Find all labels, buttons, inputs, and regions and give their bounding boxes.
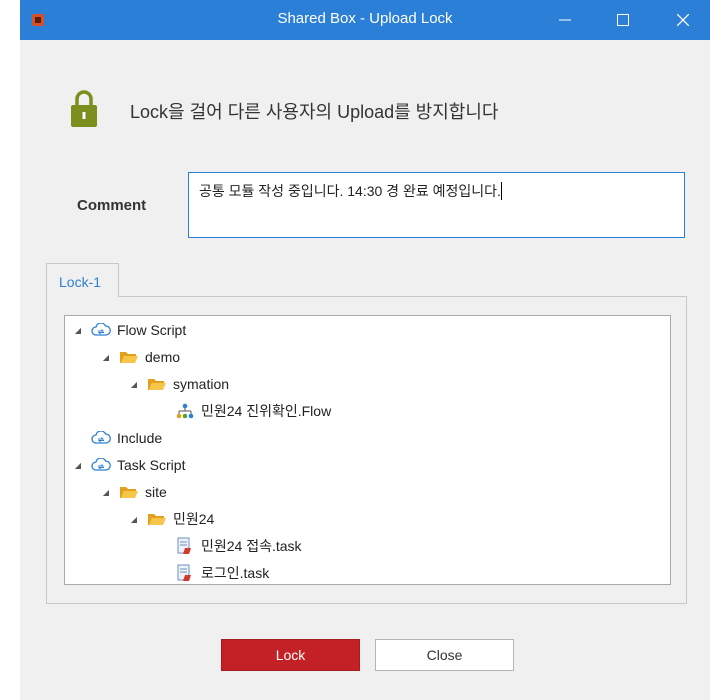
task-file-icon [175, 564, 195, 581]
tree-node-task-script[interactable]: ◢ Task Script [73, 453, 186, 477]
close-button[interactable]: Close [375, 639, 514, 671]
lock-icon [71, 90, 97, 127]
tree-node-site[interactable]: ◢ site [101, 480, 167, 504]
folder-open-icon [147, 376, 167, 392]
tree-node-label: 민원24 진위확인.Flow [201, 403, 332, 419]
text-caret [500, 182, 502, 200]
tree-node-label: Include [117, 430, 163, 446]
comment-label: Comment [77, 197, 147, 214]
file-tree[interactable]: ◢ Flow Script ◢ demo ◢ symation 민원24 진위확… [64, 315, 671, 585]
tree-node-symation[interactable]: ◢ symation [129, 372, 229, 396]
maximize-icon [617, 14, 629, 26]
close-window-button[interactable] [660, 0, 706, 40]
maximize-button[interactable] [600, 0, 646, 40]
cloud-sync-icon [91, 430, 111, 446]
expand-arrow-icon[interactable]: ◢ [129, 515, 139, 524]
expand-arrow-icon[interactable]: ◢ [101, 353, 111, 362]
tab-label: Lock-1 [59, 274, 102, 290]
tree-node-task-file[interactable]: 민원24 접속.task [175, 534, 302, 558]
tree-node-label: Flow Script [117, 322, 187, 338]
flow-file-icon [175, 403, 195, 419]
lock-description: Lock을 걸어 다른 사용자의 Upload를 방지합니다 [130, 102, 499, 122]
task-file-icon [175, 537, 195, 554]
comment-field[interactable]: 공통 모듈 작성 중입니다. 14:30 경 완료 예정입니다. [188, 172, 685, 238]
minimize-icon [559, 19, 571, 21]
tree-node-label: 민원24 접속.task [201, 538, 302, 554]
comment-text: 공통 모듈 작성 중입니다. 14:30 경 완료 예정입니다. [199, 183, 501, 199]
folder-open-icon [147, 511, 167, 527]
expand-arrow-icon[interactable]: ◢ [129, 380, 139, 389]
tree-node-label: demo [145, 349, 181, 365]
tree-node-flow-file[interactable]: 민원24 진위확인.Flow [175, 399, 331, 423]
lock-button[interactable]: Lock [221, 639, 360, 671]
folder-open-icon [119, 349, 139, 365]
upload-lock-dialog: Shared Box - Upload Lock Lock을 걸어 다른 사용자… [20, 0, 710, 700]
cloud-sync-icon [91, 322, 111, 338]
expand-arrow-icon[interactable]: ◢ [73, 326, 83, 335]
tree-node-include[interactable]: Include [91, 426, 162, 450]
minimize-button[interactable] [542, 0, 588, 40]
tree-node-flow-script[interactable]: ◢ Flow Script [73, 318, 186, 342]
tree-node-minwon24[interactable]: ◢ 민원24 [129, 507, 214, 531]
tree-node-label: Task Script [117, 457, 186, 473]
title-bar[interactable]: Shared Box - Upload Lock [20, 0, 710, 40]
tree-node-label: symation [173, 376, 230, 392]
tab-panel: ◢ Flow Script ◢ demo ◢ symation 민원24 진위확… [46, 296, 687, 604]
cloud-sync-icon [91, 457, 111, 473]
tree-node-label: 로그인.task [201, 565, 270, 581]
close-icon [677, 14, 689, 26]
expand-arrow-icon[interactable]: ◢ [101, 488, 111, 497]
tree-node-task-file[interactable]: 로그인.task [175, 561, 270, 584]
tree-node-demo[interactable]: ◢ demo [101, 345, 180, 369]
tree-node-label: 민원24 [173, 511, 215, 527]
tree-node-label: site [145, 484, 167, 500]
expand-arrow-icon[interactable]: ◢ [73, 461, 83, 470]
tab-lock-1[interactable]: Lock-1 [46, 263, 119, 297]
folder-open-icon [119, 484, 139, 500]
